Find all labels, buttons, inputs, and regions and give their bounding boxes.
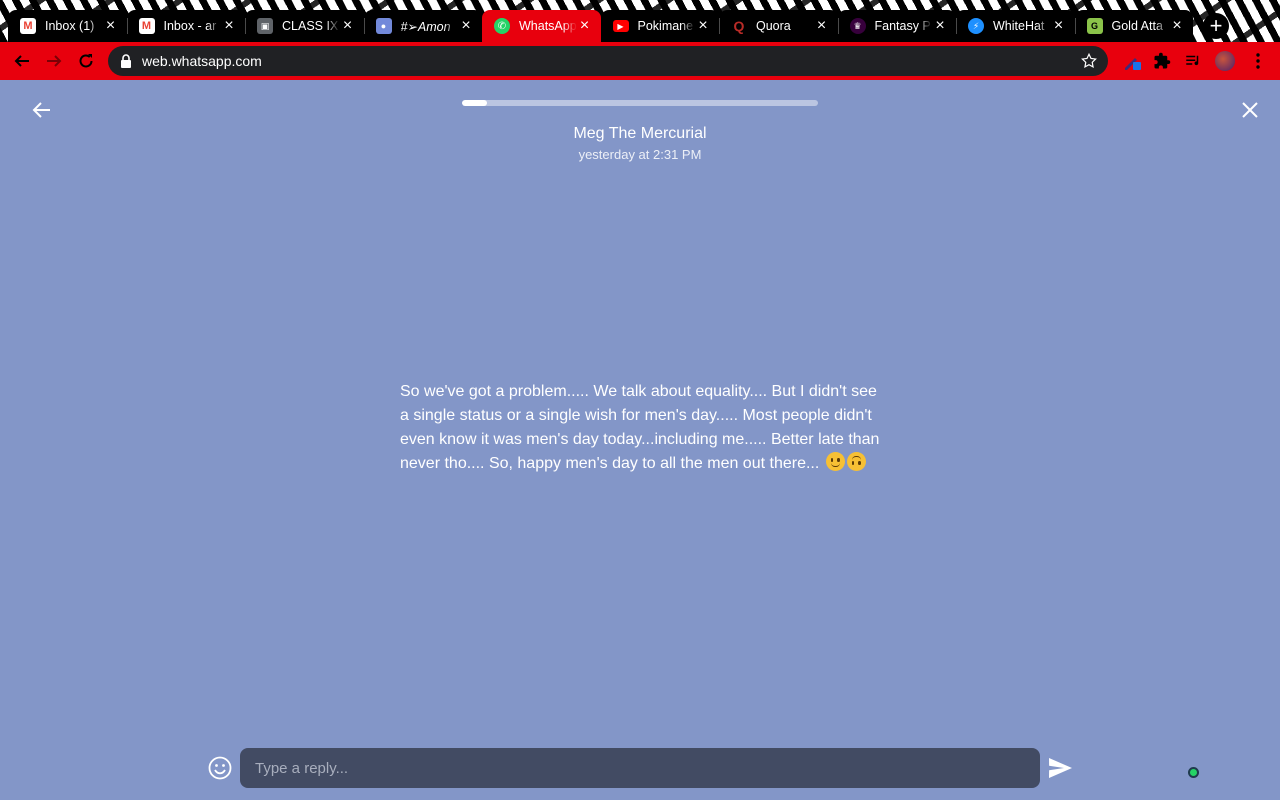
- emoji-picker-button[interactable]: [207, 755, 233, 781]
- tab-whatsapp[interactable]: ✆ WhatsApp ×: [482, 10, 601, 42]
- forward-button[interactable]: [42, 49, 66, 73]
- address-bar[interactable]: web.whatsapp.com: [108, 46, 1108, 76]
- arrow-left-icon: [14, 55, 29, 67]
- send-icon: [1049, 758, 1072, 778]
- tab-title: WhiteHat: [993, 19, 1045, 33]
- send-button[interactable]: [1047, 755, 1073, 781]
- tab-close-icon[interactable]: ×: [1051, 18, 1067, 34]
- upside-down-face-icon: [846, 452, 866, 471]
- tab-close-icon[interactable]: ×: [932, 18, 948, 34]
- close-icon: [1242, 102, 1258, 118]
- tab-close-icon[interactable]: ×: [103, 18, 119, 34]
- slightly-smiling-face-icon: [825, 452, 845, 471]
- new-tab-button[interactable]: +: [1203, 13, 1229, 39]
- discord-icon: ●: [375, 18, 392, 34]
- tab-gmail-inbox-1[interactable]: M Inbox (1) ×: [8, 10, 127, 42]
- tab-close-icon[interactable]: ×: [1169, 18, 1185, 34]
- smiley-icon: [208, 756, 232, 780]
- tab-gold-attack[interactable]: G Gold Atta ×: [1074, 10, 1193, 42]
- status-contact-name[interactable]: Meg The Mercurial: [0, 125, 1280, 143]
- reload-icon: [79, 54, 93, 68]
- tab-close-icon[interactable]: ×: [577, 18, 593, 34]
- status-timestamp: yesterday at 2:31 PM: [578, 147, 702, 162]
- classroom-icon: ▣: [257, 18, 273, 34]
- tab-close-icon[interactable]: ×: [221, 18, 237, 34]
- status-progress-bar: [462, 100, 818, 106]
- quora-icon: Q: [733, 18, 745, 34]
- online-indicator-dot: [1188, 767, 1199, 778]
- premier-league-icon: ♛: [849, 18, 866, 34]
- browser-menu-kebab-icon[interactable]: [1248, 51, 1268, 71]
- extension-pen-icon[interactable]: [1122, 51, 1142, 71]
- arrow-right-icon: [47, 55, 62, 67]
- gmail-icon: M: [138, 18, 155, 34]
- reply-input[interactable]: [240, 748, 1040, 788]
- tab-close-icon[interactable]: ×: [458, 18, 474, 34]
- tab-title: Pokimane: [637, 19, 694, 33]
- tab-title: Inbox - ar: [163, 19, 217, 33]
- tab-list: M Inbox (1) × M Inbox - ar × ▣ CLASS IX …: [8, 10, 1193, 42]
- status-text-content: So we've got a problem..... We talk abou…: [400, 380, 880, 476]
- tab-close-icon[interactable]: ×: [814, 18, 830, 34]
- youtube-icon: ▶: [612, 20, 629, 32]
- tab-quora[interactable]: Q Quora ×: [719, 10, 838, 42]
- whitehat-icon: ⚡: [968, 18, 984, 34]
- tab-close-icon[interactable]: ×: [695, 18, 711, 34]
- media-queue-icon[interactable]: [1183, 51, 1203, 71]
- tab-title: Fantasy P: [874, 19, 931, 33]
- bookmark-star-icon[interactable]: [1080, 52, 1098, 70]
- tab-title: WhatsApp: [519, 19, 577, 33]
- gmail-icon: M: [20, 18, 36, 34]
- status-progress-fill: [462, 100, 487, 106]
- tab-whitehat[interactable]: ⚡ WhiteHat ×: [956, 10, 1075, 42]
- browser-toolbar: web.whatsapp.com: [0, 42, 1280, 80]
- tab-fantasy-pl[interactable]: ♛ Fantasy P ×: [837, 10, 956, 42]
- whatsapp-icon: ✆: [494, 18, 510, 34]
- tab-title: Gold Atta: [1111, 19, 1163, 33]
- tab-classroom[interactable]: ▣ CLASS IX ×: [245, 10, 364, 42]
- status-close-button[interactable]: [1238, 98, 1262, 122]
- status-back-button[interactable]: [30, 98, 54, 122]
- tab-youtube[interactable]: ▶ Pokimane ×: [600, 10, 719, 42]
- extensions-puzzle-icon[interactable]: [1152, 51, 1172, 71]
- status-message: So we've got a problem..... We talk abou…: [400, 383, 880, 472]
- profile-avatar[interactable]: [1215, 51, 1235, 71]
- reply-bar: [0, 740, 1280, 800]
- back-button[interactable]: [10, 49, 34, 73]
- reload-button[interactable]: [74, 49, 98, 73]
- arrow-left-icon: [32, 102, 50, 118]
- tab-discord[interactable]: ● #➢Amon ×: [363, 10, 482, 42]
- tab-gmail-inbox-2[interactable]: M Inbox - ar ×: [126, 10, 245, 42]
- gold-attack-icon: G: [1086, 18, 1103, 34]
- tab-title: CLASS IX: [282, 19, 339, 33]
- status-viewer: Meg The Mercurial yesterday at 2:31 PM S…: [0, 80, 1280, 800]
- tab-title: Inbox (1): [45, 19, 95, 33]
- tab-title: #➢Amon: [400, 19, 451, 34]
- url-text: web.whatsapp.com: [142, 53, 262, 69]
- lock-icon: [121, 54, 131, 68]
- tab-close-icon[interactable]: ×: [340, 18, 356, 34]
- tab-title: Quora: [756, 19, 791, 33]
- browser-tab-strip: M Inbox (1) × M Inbox - ar × ▣ CLASS IX …: [0, 0, 1280, 42]
